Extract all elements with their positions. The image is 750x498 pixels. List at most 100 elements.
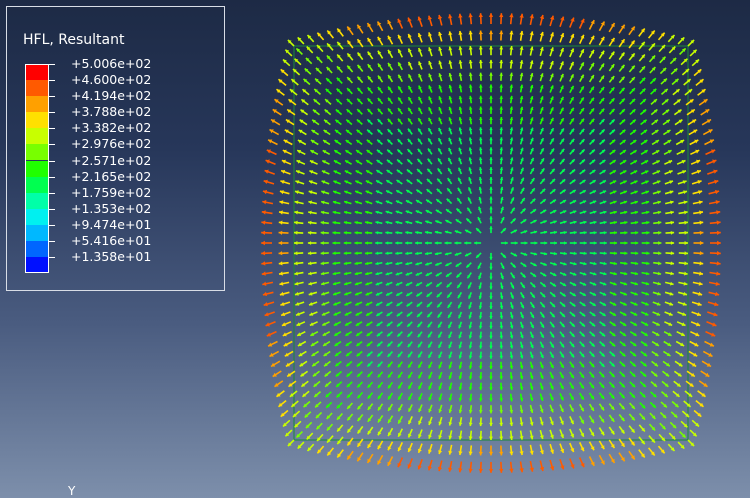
flux-arrow-head <box>343 231 347 235</box>
flux-arrow-head <box>499 72 503 76</box>
flux-arrow-head <box>684 251 688 256</box>
flux-arrow-head <box>261 261 266 266</box>
flux-arrow-head <box>499 468 504 473</box>
flux-arrow-head <box>489 355 493 359</box>
flux-arrow-head <box>489 345 493 349</box>
flux-arrow-head <box>308 261 312 266</box>
flux-arrow-head <box>278 261 283 266</box>
flux-arrow-head <box>354 231 358 235</box>
flux-arrow-head <box>489 137 493 141</box>
flux-arrow-head <box>658 241 662 245</box>
flux-arrow-head <box>479 387 483 391</box>
flux-arrow-head <box>489 296 493 300</box>
flux-arrow-head <box>504 241 508 245</box>
flux-arrow-head <box>646 241 650 245</box>
flux-arrow-head <box>499 13 504 18</box>
flux-arrow-head <box>489 325 493 329</box>
flux-arrow-head <box>488 451 494 456</box>
flux-arrow-head <box>699 251 704 256</box>
flux-arrow-head <box>294 261 298 266</box>
legend-tick <box>49 241 55 243</box>
flux-arrow-head <box>499 137 503 141</box>
legend-label: +3.382e+02 <box>71 120 152 136</box>
flux-arrow-head <box>468 451 473 456</box>
legend-swatch <box>25 80 49 97</box>
flux-arrow-head <box>278 230 283 235</box>
flux-arrow-head <box>405 241 409 245</box>
legend-swatch <box>25 160 49 177</box>
flux-arrow-head <box>468 436 473 440</box>
flux-arrow-head <box>478 451 483 456</box>
flux-arrow-head <box>684 230 688 235</box>
flux-arrow-head <box>499 106 503 110</box>
flux-arrow-head <box>354 251 358 255</box>
flux-arrow-head <box>307 230 312 235</box>
flux-arrow-head <box>488 13 494 17</box>
legend-label: +4.600e+02 <box>71 72 152 88</box>
flux-arrow-head <box>583 231 587 235</box>
flux-arrow-head <box>434 241 438 245</box>
flux-arrow-head <box>489 127 493 131</box>
flux-arrow-head <box>489 436 493 440</box>
flux-arrow-head <box>499 127 503 131</box>
flux-arrow-head <box>573 230 577 235</box>
flux-arrow-head <box>716 261 721 266</box>
flux-arrow-head <box>332 241 336 245</box>
flux-arrow-head <box>395 231 399 235</box>
flux-arrow-head <box>699 220 704 225</box>
flux-arrow-head <box>509 72 514 77</box>
flux-arrow-head <box>489 72 493 76</box>
flux-arrow-head <box>684 241 688 245</box>
legend-tick <box>49 224 55 226</box>
flux-arrow-head <box>499 355 503 359</box>
model-outline <box>293 45 689 441</box>
legend-label: +4.194e+02 <box>71 88 152 104</box>
flux-arrow-head <box>479 106 483 110</box>
legend-swatch <box>25 257 49 274</box>
flux-arrow-head <box>261 230 266 235</box>
flux-arrow-head <box>658 231 662 235</box>
flux-arrow-head <box>564 241 567 245</box>
flux-arrow-head <box>499 325 504 329</box>
flux-arrow-head <box>489 216 493 220</box>
flux-arrow-head <box>488 30 494 35</box>
flux-arrow-head <box>499 335 503 339</box>
flux-arrow-head <box>544 241 548 245</box>
flux-arrow-head <box>499 117 503 121</box>
flux-arrow-head <box>489 276 493 280</box>
flux-arrow-head <box>499 365 503 369</box>
flux-arrow-head <box>489 186 493 190</box>
flux-arrow-head <box>479 95 483 99</box>
flux-arrow-head <box>499 84 503 88</box>
legend-row: +1.358e+01 <box>25 249 215 274</box>
flux-arrow-head <box>385 241 389 245</box>
flux-arrow-head <box>489 157 493 161</box>
flux-arrow-head <box>479 137 483 141</box>
flux-arrow-head <box>261 240 265 246</box>
flux-arrow-head <box>489 422 493 427</box>
flux-arrow-head <box>385 251 389 255</box>
flux-arrow-head <box>499 59 504 64</box>
flux-arrow-head <box>499 376 503 380</box>
flux-arrow-head <box>499 398 503 402</box>
legend-tick <box>49 160 55 162</box>
flux-arrow-head <box>554 241 557 245</box>
flux-arrow-head <box>294 251 298 256</box>
flux-arrow-head <box>375 231 379 235</box>
legend-label: +2.571e+02 <box>71 152 152 168</box>
flux-arrow-head <box>479 84 483 88</box>
flux-arrow-head <box>499 46 504 50</box>
flux-arrow-head <box>603 241 607 245</box>
flux-arrow-head <box>716 251 721 256</box>
flux-arrow-head <box>657 220 662 225</box>
legend-label: +1.759e+02 <box>71 184 152 200</box>
flux-arrow-head <box>509 436 514 440</box>
flux-arrow-head <box>468 30 473 35</box>
legend-label: +9.474e+01 <box>71 216 152 232</box>
flux-arrow-head <box>395 241 399 245</box>
flux-arrow-head <box>670 251 675 256</box>
flux-arrow-head <box>365 231 369 235</box>
flux-arrow-head <box>603 251 607 255</box>
flux-arrow-head <box>489 95 493 99</box>
legend-swatch <box>25 208 49 225</box>
